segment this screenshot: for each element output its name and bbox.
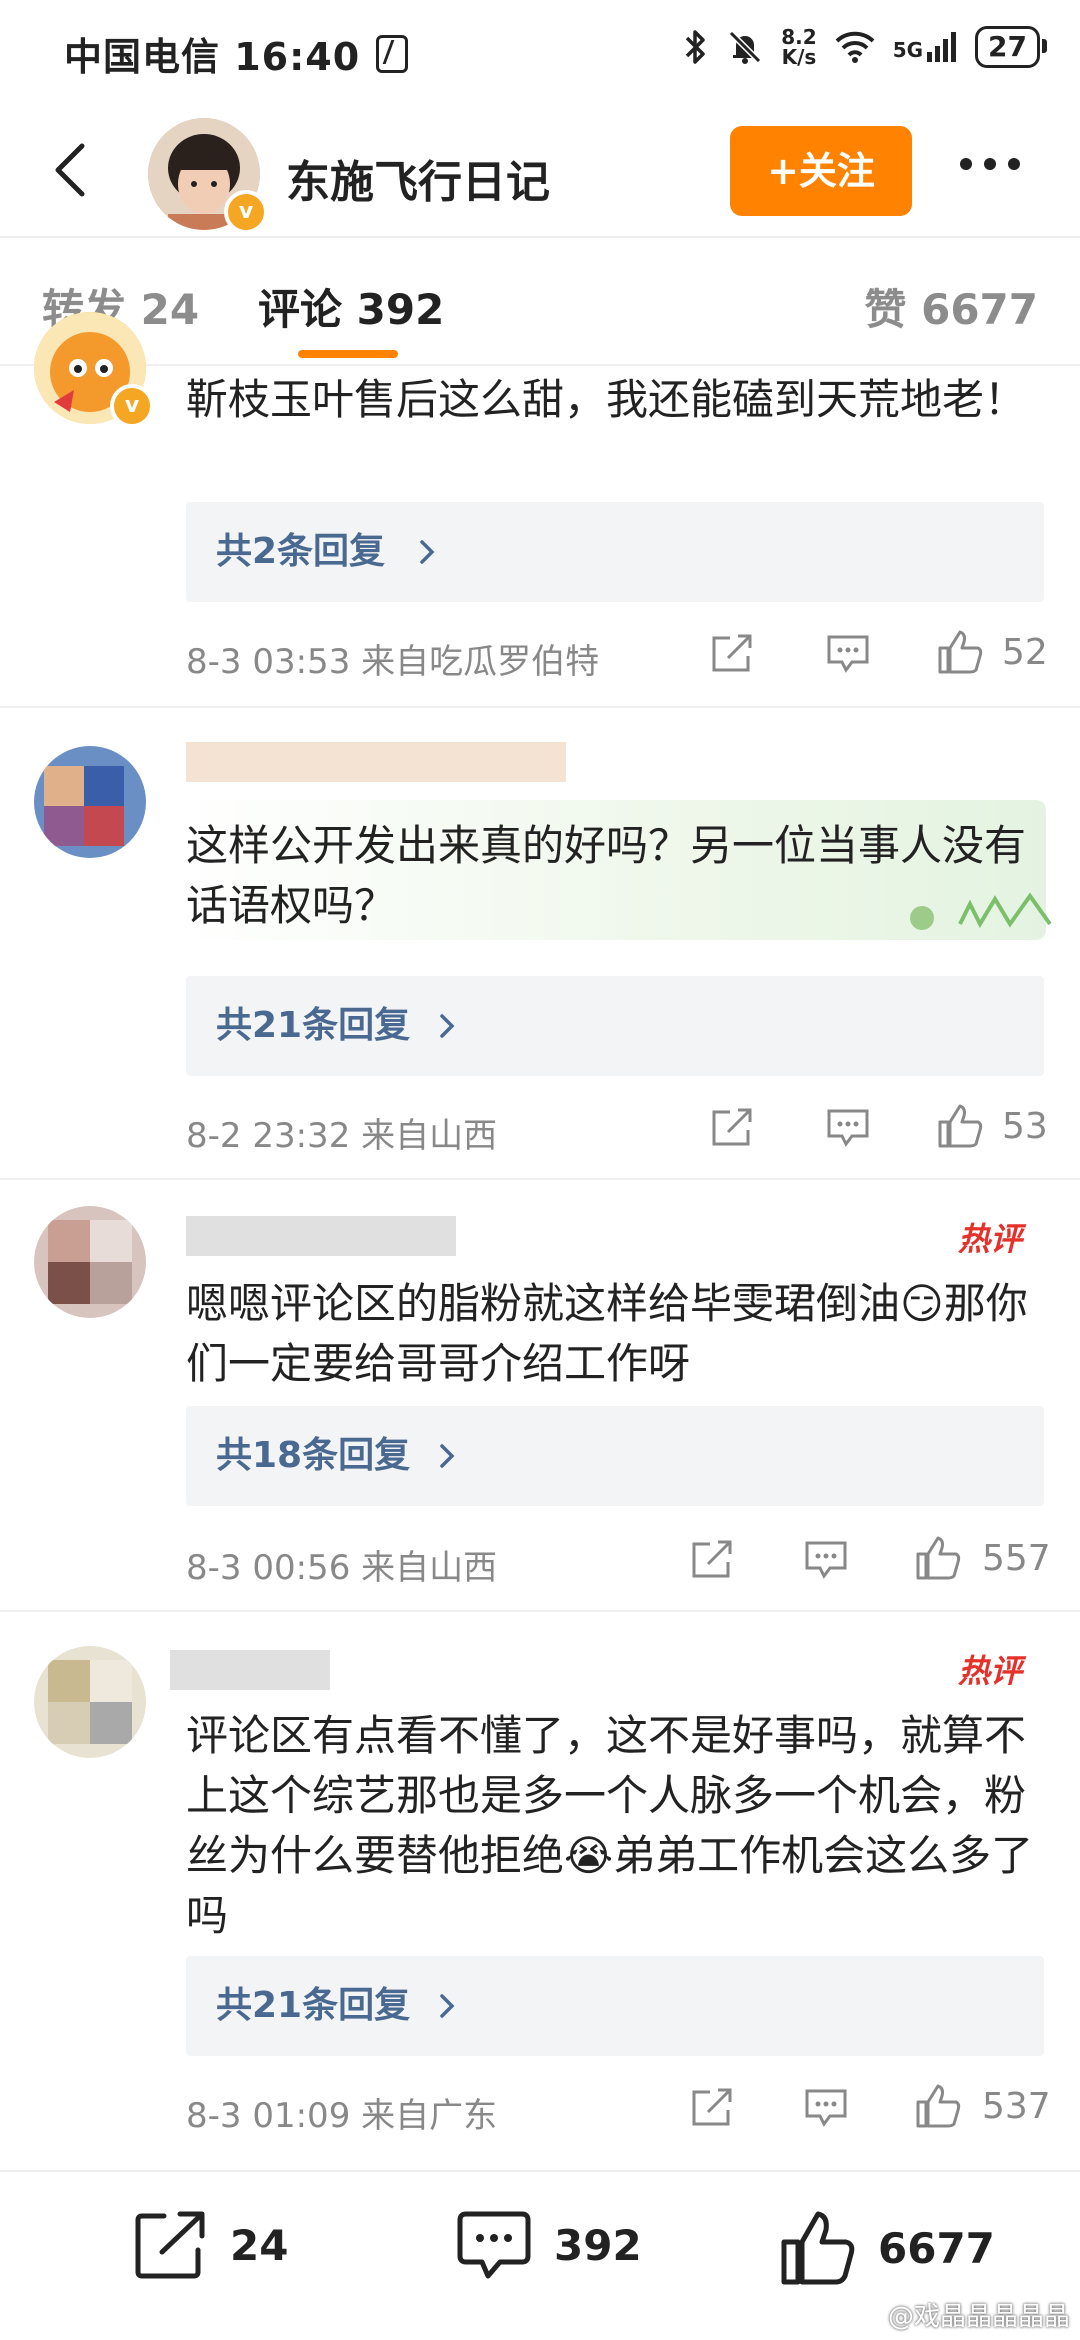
chevron-right-icon: [420, 540, 435, 564]
reply-icon[interactable]: [804, 2088, 848, 2128]
comment-text: 靳枝玉叶售后这么甜，我还能磕到天荒地老！: [186, 375, 1027, 424]
share-icon[interactable]: [710, 1108, 754, 1148]
nfc-icon: [376, 34, 409, 73]
header-divider: [0, 236, 1080, 238]
commenter-name-blurred[interactable]: [186, 742, 566, 782]
tab-likes[interactable]: 赞 6677: [864, 276, 1038, 337]
signal-indicator: 5G: [893, 32, 957, 62]
bluetooth-icon: [686, 30, 705, 64]
comment-item: 热评 嗯嗯评论区的脂粉就这样给毕雯珺倒油😏那你们一定要给哥哥介绍工作呀 共18条…: [0, 1180, 1080, 1610]
replies-count: 共21条回复: [216, 1005, 411, 1046]
signal-bars-icon: [927, 32, 957, 62]
status-icons: 8.2 K/s 5G 27: [683, 26, 1047, 68]
like-count: 53: [1002, 1106, 1048, 1147]
comment-text: 嗯嗯评论区的脂粉就这样给毕雯珺倒油😏那你们一定要给哥哥介绍工作呀: [186, 1279, 1028, 1388]
mute-bell-icon: [729, 30, 762, 64]
battery-indicator: 27: [975, 26, 1047, 68]
thumbs-up-icon: [781, 2211, 855, 2285]
reply-icon[interactable]: [804, 1540, 848, 1580]
comment-meta: 8-2 23:32 来自山西: [186, 1116, 498, 1156]
network-speed-unit: K/s: [781, 45, 817, 69]
commenter-name-blurred[interactable]: [186, 1216, 456, 1256]
hot-comment-badge: 热评: [958, 1652, 1023, 1690]
account-name[interactable]: 东施飞行日记: [286, 146, 550, 210]
battery-level: 27: [988, 30, 1027, 63]
carrier-time: 中国电信 16:40: [64, 26, 409, 81]
active-tab-indicator: [298, 350, 398, 358]
watermark: @戏晶晶晶晶晶: [887, 2302, 1070, 2332]
status-bar: 中国电信 16:40 8.2 K/s 5G 27: [0, 0, 1080, 110]
like-icon[interactable]: [914, 1534, 962, 1582]
reply-icon[interactable]: [826, 634, 870, 674]
carrier-time-text: 中国电信 16:40: [64, 35, 361, 79]
comment-meta: 8-3 01:09 来自广东: [186, 2096, 498, 2136]
wifi-icon: [835, 31, 875, 63]
chevron-right-icon: [440, 1014, 455, 1038]
view-replies-button[interactable]: 共21条回复: [186, 1956, 1044, 2056]
comment-icon: [457, 2211, 531, 2279]
repost-button[interactable]: 24: [134, 2210, 288, 2280]
commenter-name-blurred[interactable]: [170, 1650, 330, 1690]
share-icon[interactable]: [710, 634, 754, 674]
like-icon[interactable]: [936, 1102, 984, 1150]
network-type: 5G: [892, 38, 924, 62]
view-replies-button[interactable]: 共2条回复: [186, 502, 1044, 602]
bottom-bar-divider: [0, 2170, 1080, 2172]
verified-badge-icon: v: [110, 384, 154, 428]
comment-meta: 8-3 00:56 来自山西: [186, 1548, 498, 1588]
like-button[interactable]: 6677: [780, 2210, 995, 2286]
like-count: 52: [1002, 632, 1048, 673]
verified-badge-icon: v: [224, 190, 268, 234]
replies-count: 共2条回复: [216, 531, 386, 572]
commenter-avatar[interactable]: [34, 746, 146, 858]
chevron-right-icon: [440, 1444, 455, 1468]
reply-icon[interactable]: [826, 1108, 870, 1148]
back-arrow-icon[interactable]: [42, 140, 102, 200]
commenter-avatar[interactable]: [34, 1646, 146, 1758]
commenter-avatar[interactable]: [34, 1206, 146, 1318]
commenter-avatar-image: [34, 746, 146, 858]
like-count: 557: [982, 1538, 1051, 1579]
network-speed: 8.2 K/s: [781, 27, 816, 67]
like-count: 537: [982, 2086, 1051, 2127]
follow-button[interactable]: +关注: [730, 126, 912, 216]
like-total: 6677: [878, 2223, 995, 2273]
network-speed-value: 8.2: [781, 25, 817, 49]
more-options-icon[interactable]: [960, 158, 1020, 170]
share-icon[interactable]: [690, 2088, 734, 2128]
comment-text: 评论区有点看不懂了，这不是好事吗，就算不上这个综艺那也是多一个人脉多一个机会，粉…: [186, 1711, 1034, 1940]
commenter-avatar-image: [34, 1646, 146, 1758]
comment-item: 这样公开发出来真的好吗？另一位当事人没有话语权吗？ 共21条回复 8-2 23:…: [0, 708, 1080, 1178]
share-icon[interactable]: [690, 1540, 734, 1580]
view-replies-button[interactable]: 共21条回复: [186, 976, 1044, 1076]
hot-comment-badge: 热评: [958, 1220, 1023, 1258]
replies-count: 共18条回复: [216, 1435, 411, 1476]
comment-text: 这样公开发出来真的好吗？另一位当事人没有话语权吗？: [186, 821, 1027, 930]
comment-button[interactable]: 392: [456, 2210, 642, 2280]
comment-count: 392: [554, 2220, 642, 2270]
replies-count: 共21条回复: [216, 1985, 411, 2026]
comment-item: v 靳枝玉叶售后这么甜，我还能磕到天荒地老！ 共2条回复 8-3 03:53 来…: [0, 312, 1080, 686]
comment-meta: 8-3 03:53 来自吃瓜罗伯特: [186, 642, 600, 682]
like-icon[interactable]: [914, 2082, 962, 2130]
comment-item: 热评 评论区有点看不懂了，这不是好事吗，就算不上这个综艺那也是多一个人脉多一个机…: [0, 1612, 1080, 2160]
like-icon[interactable]: [936, 628, 984, 676]
repost-count: 24: [230, 2220, 289, 2270]
view-replies-button[interactable]: 共18条回复: [186, 1406, 1044, 1506]
commenter-avatar-image: [34, 1206, 146, 1318]
repost-icon: [135, 2211, 205, 2279]
tab-comments[interactable]: 评论 392: [258, 276, 444, 337]
chevron-right-icon: [440, 1994, 455, 2018]
